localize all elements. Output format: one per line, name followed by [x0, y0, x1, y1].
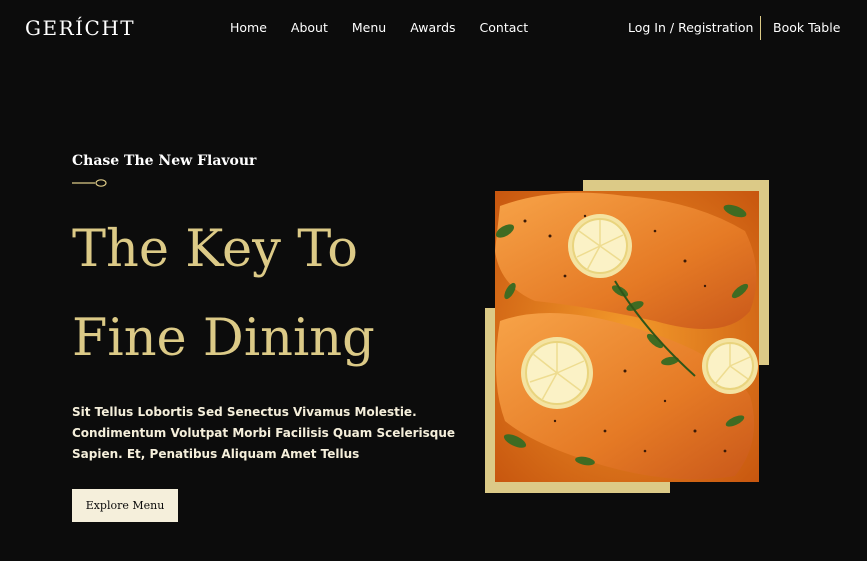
- hero-description: Sit Tellus Lobortis Sed Senectus Vivamus…: [72, 402, 456, 465]
- logo[interactable]: GERÍCHT: [25, 16, 135, 40]
- nav-link-contact[interactable]: Contact: [480, 20, 529, 35]
- hero-description-line-1: Sit Tellus Lobortis Sed Senectus Vivamus…: [72, 405, 417, 419]
- nav-link-home[interactable]: Home: [230, 20, 267, 35]
- nav-link-about[interactable]: About: [291, 20, 328, 35]
- salmon-dish-image: [495, 191, 759, 482]
- hero-description-line-3: Sapien. Et, Penatibus Aliquam Amet Tellu…: [72, 447, 360, 461]
- hero-title-line-1: The Key To: [72, 220, 358, 279]
- login-registration-link[interactable]: Log In / Registration: [628, 20, 753, 35]
- hero-description-line-2: Condimentum Volutpat Morbi Facilisis Qua…: [72, 426, 456, 440]
- explore-menu-button[interactable]: Explore Menu: [72, 489, 178, 522]
- page: GERÍCHT Home About Menu Awards Contact L…: [0, 0, 867, 561]
- hero-subtitle: Chase The New Flavour: [72, 153, 257, 169]
- book-table-link[interactable]: Book Table: [773, 20, 840, 35]
- spoon-icon: [72, 179, 107, 187]
- nav-divider: [760, 16, 761, 40]
- nav-link-menu[interactable]: Menu: [352, 20, 386, 35]
- nav-links: Home About Menu Awards Contact: [230, 20, 528, 35]
- hero-title: The Key To Fine Dining: [72, 205, 375, 383]
- nav-link-awards[interactable]: Awards: [410, 20, 455, 35]
- hero-title-line-2: Fine Dining: [72, 309, 375, 368]
